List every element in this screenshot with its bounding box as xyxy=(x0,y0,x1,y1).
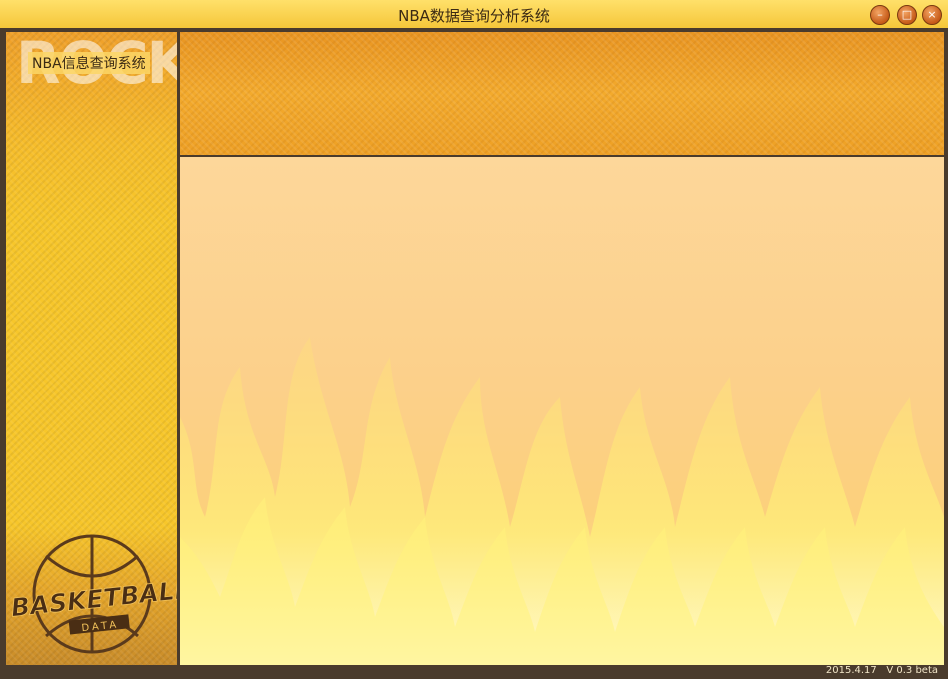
main-content-panel xyxy=(180,157,944,665)
close-button[interactable]: × xyxy=(922,5,942,25)
header-banner xyxy=(180,32,944,157)
maximize-icon: □ xyxy=(901,8,913,21)
basketball-data-logo: BASKETBALL DATA xyxy=(9,534,177,654)
title-bar[interactable]: NBA数据查询分析系统 – □ × xyxy=(0,0,948,30)
maximize-button[interactable]: □ xyxy=(897,5,917,25)
minimize-button[interactable]: – xyxy=(870,5,890,25)
flame-background xyxy=(180,337,944,665)
window-title: NBA数据查询分析系统 xyxy=(398,7,550,25)
close-icon: × xyxy=(927,8,937,21)
build-date: 2015.4.17 xyxy=(825,665,877,676)
sidebar: ROCK NBA信息查询系统 BASKETBALL DATA xyxy=(6,32,177,665)
status-bar: 2015.4.17 V 0.3 beta xyxy=(0,665,948,679)
version-label: V 0.3 beta xyxy=(886,665,938,676)
system-label: NBA信息查询系统 xyxy=(28,52,150,74)
minimize-icon: – xyxy=(877,8,883,21)
status-info: 2015.4.17 V 0.3 beta xyxy=(826,665,938,676)
